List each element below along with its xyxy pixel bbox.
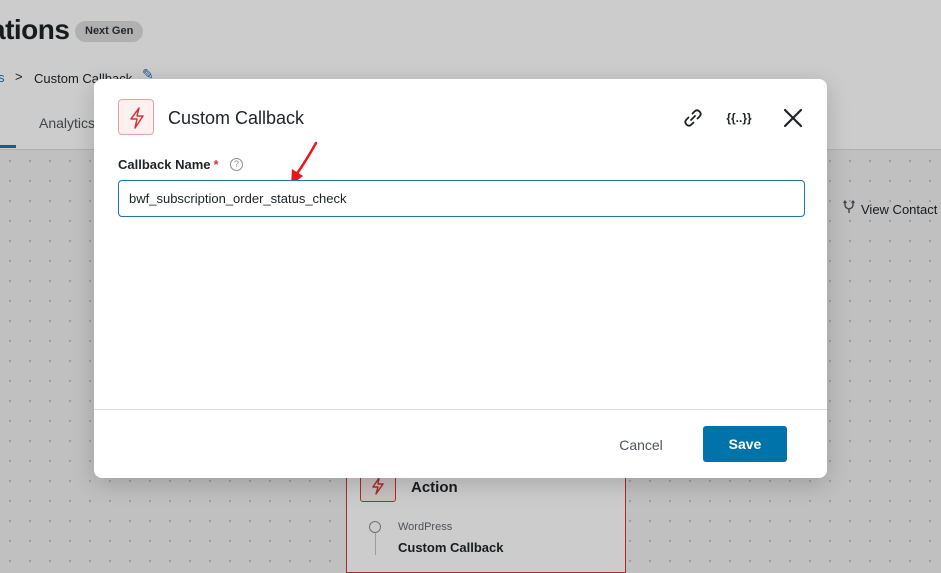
help-circle-icon[interactable]: ? bbox=[230, 158, 243, 171]
callback-name-label-text: Callback Name bbox=[118, 157, 211, 172]
cancel-button[interactable]: Cancel bbox=[602, 427, 680, 463]
callback-name-input[interactable] bbox=[118, 180, 805, 217]
close-icon[interactable] bbox=[780, 105, 806, 131]
curly-braces-icon[interactable]: {{..}} bbox=[722, 105, 756, 131]
custom-callback-dialog: Custom Callback {{..}} Callback Name * ? … bbox=[94, 79, 827, 478]
link-icon[interactable] bbox=[680, 105, 706, 131]
callback-name-label: Callback Name * bbox=[118, 157, 219, 172]
footer-divider bbox=[94, 409, 827, 410]
lightning-icon bbox=[118, 99, 154, 135]
save-button[interactable]: Save bbox=[703, 426, 787, 462]
required-marker: * bbox=[213, 157, 219, 172]
dialog-title: Custom Callback bbox=[168, 108, 305, 128]
